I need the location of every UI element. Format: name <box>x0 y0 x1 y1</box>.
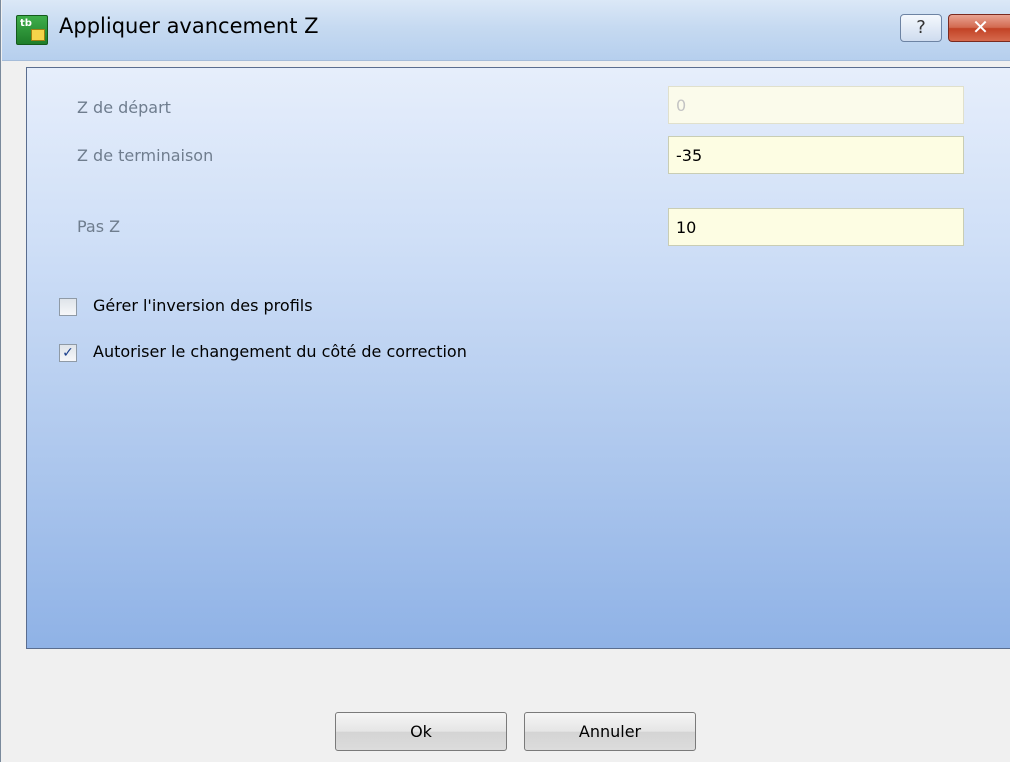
z-step-input[interactable] <box>668 208 964 246</box>
z-start-label: Z de départ <box>77 98 171 117</box>
app-icon-mark <box>31 29 45 41</box>
ok-button[interactable]: Ok <box>335 712 507 751</box>
app-icon: tb <box>16 15 48 45</box>
close-button[interactable]: ✕ <box>948 14 1010 42</box>
title-bar[interactable]: tb Appliquer avancement Z ? ✕ <box>2 0 1010 61</box>
checkmark-icon: ✓ <box>62 345 74 361</box>
allow-correction-side-change-label[interactable]: Autoriser le changement du côté de corre… <box>93 342 467 361</box>
help-icon: ? <box>916 17 926 38</box>
settings-panel: Z de départ Z de terminaison Pas Z Gérer… <box>26 67 1010 649</box>
manage-profile-inversion-label[interactable]: Gérer l'inversion des profils <box>93 296 313 315</box>
z-start-input <box>668 86 964 124</box>
window-title: Appliquer avancement Z <box>59 14 319 38</box>
help-button[interactable]: ? <box>900 14 942 42</box>
dialog-window: tb Appliquer avancement Z ? ✕ Z de dépar… <box>0 0 1010 762</box>
z-end-input[interactable] <box>668 136 964 174</box>
allow-correction-side-change-checkbox[interactable]: ✓ <box>59 344 77 362</box>
cancel-button[interactable]: Annuler <box>524 712 696 751</box>
z-step-label: Pas Z <box>77 217 121 236</box>
manage-profile-inversion-checkbox[interactable] <box>59 298 77 316</box>
close-icon: ✕ <box>972 15 989 39</box>
z-end-label: Z de terminaison <box>77 146 214 165</box>
